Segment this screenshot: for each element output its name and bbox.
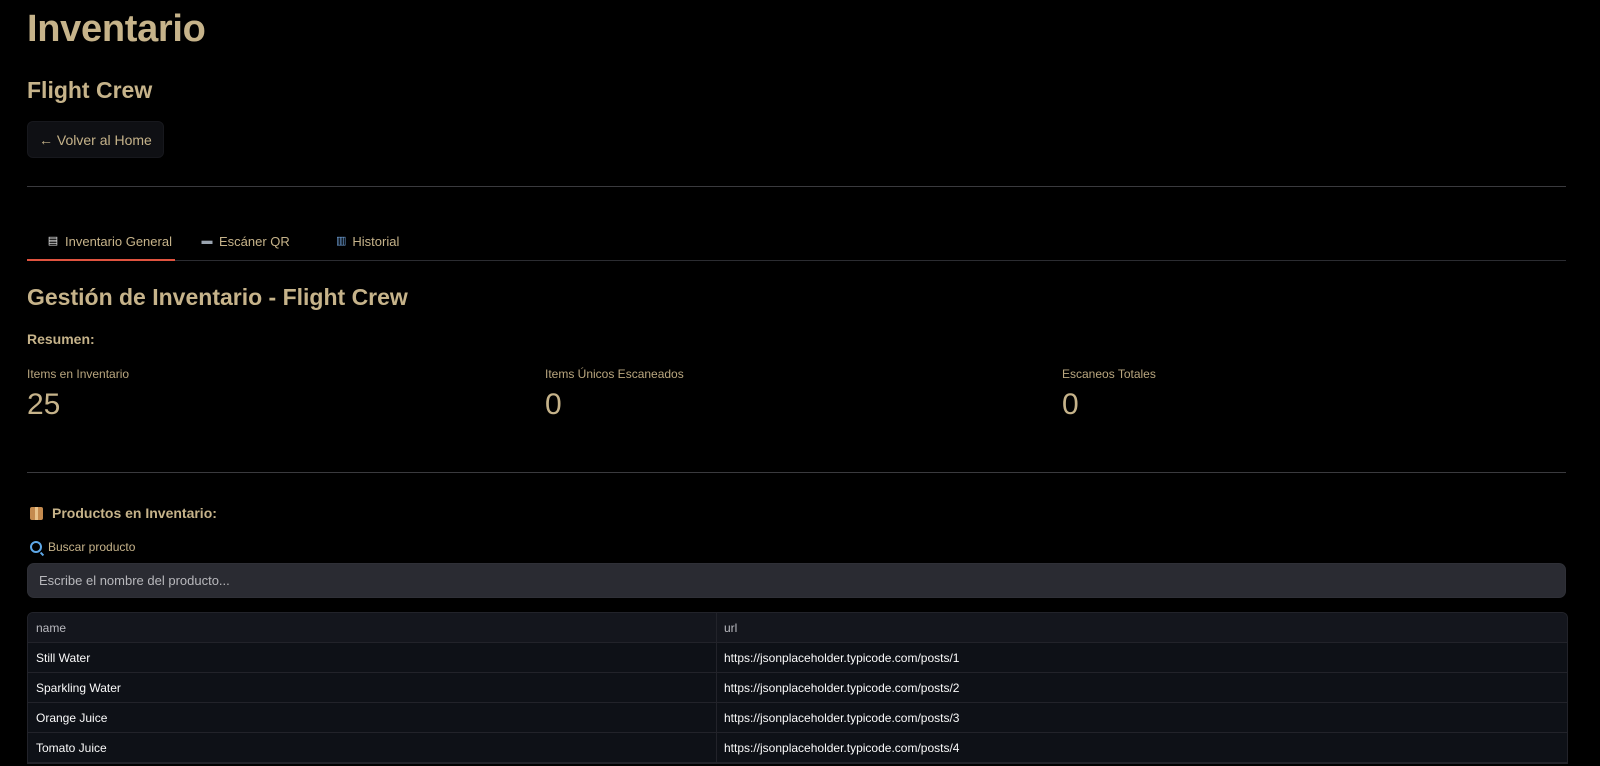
- products-title-label: Productos en Inventario:: [52, 505, 217, 521]
- divider: [27, 472, 1566, 473]
- tab-bar: ▤ Inventario General ▬ Escáner QR ▥ Hist…: [27, 222, 1566, 261]
- section-title: Gestión de Inventario - Flight Crew: [27, 284, 408, 310]
- metric-label: Escaneos Totales: [1062, 367, 1156, 381]
- divider: [27, 186, 1566, 187]
- table-header-row: name url: [28, 613, 1567, 643]
- resumen-label: Resumen:: [27, 331, 95, 347]
- cell-url[interactable]: https://jsonplaceholder.typicode.com/pos…: [717, 643, 1567, 672]
- metric-label: Items en Inventario: [27, 367, 130, 381]
- page-subtitle: Flight Crew: [27, 77, 153, 103]
- page-title: Inventario: [27, 8, 206, 50]
- tab-label: Inventario General: [65, 233, 172, 249]
- keyboard-icon: ▬: [201, 235, 213, 247]
- clipboard-icon: ▤: [47, 235, 59, 247]
- products-table: name url Still Water https://jsonplaceho…: [27, 612, 1568, 764]
- search-label: Buscar producto: [27, 540, 135, 554]
- cell-name[interactable]: Still Water: [28, 643, 717, 672]
- cell-url[interactable]: https://jsonplaceholder.typicode.com/pos…: [717, 733, 1567, 762]
- table-row[interactable]: Still Water https://jsonplaceholder.typi…: [28, 643, 1567, 673]
- metric-value: 25: [27, 388, 61, 421]
- metric-value: 0: [1062, 388, 1079, 421]
- metric-items-inventario: Items en Inventario 25: [27, 367, 129, 422]
- tab-label: Escáner QR: [219, 233, 290, 249]
- metric-items-unicos: Items Únicos Escaneados 0: [545, 367, 684, 422]
- cell-name[interactable]: Orange Juice: [28, 703, 717, 732]
- cell-name[interactable]: Sparkling Water: [28, 673, 717, 702]
- search-label-text: Buscar producto: [48, 540, 136, 554]
- back-home-button[interactable]: ← Volver al Home: [27, 121, 164, 158]
- cell-name[interactable]: Tomato Juice: [28, 733, 717, 762]
- column-header-name[interactable]: name: [28, 613, 717, 642]
- app-page: Inventario Flight Crew ← Volver al Home …: [0, 0, 1600, 766]
- tab-label: Historial: [352, 233, 400, 249]
- table-row[interactable]: Tomato Juice https://jsonplaceholder.typ…: [28, 733, 1567, 763]
- metric-escaneos-totales: Escaneos Totales 0: [1062, 367, 1156, 422]
- cell-url[interactable]: https://jsonplaceholder.typicode.com/pos…: [717, 673, 1567, 702]
- table-row[interactable]: Orange Juice https://jsonplaceholder.typ…: [28, 703, 1567, 733]
- tab-escaner-qr[interactable]: ▬ Escáner QR: [175, 222, 293, 260]
- cell-url[interactable]: https://jsonplaceholder.typicode.com/pos…: [717, 703, 1567, 732]
- metric-value: 0: [545, 388, 562, 421]
- tab-inventario-general[interactable]: ▤ Inventario General: [27, 222, 175, 261]
- metric-label: Items Únicos Escaneados: [545, 367, 684, 381]
- column-header-url[interactable]: url: [717, 613, 1567, 642]
- package-icon: [30, 506, 43, 520]
- search-icon: [30, 541, 42, 553]
- search-input[interactable]: [27, 563, 1566, 598]
- bar-chart-icon: ▥: [336, 235, 347, 247]
- products-title: Productos en Inventario:: [27, 505, 217, 521]
- table-row[interactable]: Sparkling Water https://jsonplaceholder.…: [28, 673, 1567, 703]
- tab-historial[interactable]: ▥ Historial: [293, 222, 399, 260]
